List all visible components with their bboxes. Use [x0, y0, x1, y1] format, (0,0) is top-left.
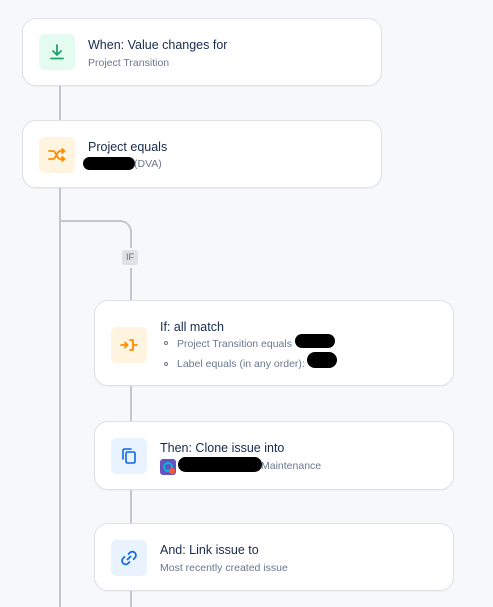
condition-subtitle-suffix: (DVA): [134, 158, 162, 170]
if-condition-card[interactable]: If: all match Project Transition equals …: [94, 300, 454, 386]
then-subtitle-suffix: Maintenance: [261, 460, 322, 472]
connector-branch-curve: [112, 220, 132, 240]
redacted-project-name: [83, 157, 135, 170]
and-title: And: Link issue to: [160, 543, 259, 557]
trigger-icon-box: [39, 34, 75, 70]
redacted-label-value: [307, 352, 337, 368]
then-title: Then: Clone issue into: [160, 441, 285, 455]
download-arrow-icon: [50, 44, 64, 60]
branch-icon: [120, 339, 138, 351]
connector-main-top: [59, 86, 61, 120]
trigger-card[interactable]: When: Value changes for Project Transiti…: [22, 18, 382, 86]
list-bullet: [164, 341, 168, 345]
list-bullet: [164, 362, 168, 366]
copy-icon: [122, 448, 136, 464]
then-icon-box: [111, 438, 147, 474]
if-icon-box: [111, 327, 147, 363]
condition-card[interactable]: Project equals (DVA): [22, 120, 382, 188]
if-item-project-transition: Project Transition equals: [177, 338, 292, 350]
connector-branch-top: [130, 238, 132, 248]
and-link-card[interactable]: And: Link issue to Most recently created…: [94, 523, 454, 591]
condition-icon-box: [39, 137, 75, 173]
and-subtitle: Most recently created issue: [160, 562, 288, 574]
and-icon-box: [111, 540, 147, 576]
shuffle-icon: [48, 148, 66, 162]
connector-main-down: [59, 188, 61, 607]
redacted-project-target: [178, 457, 262, 472]
project-avatar-icon: [160, 459, 176, 475]
if-item-label: Label equals (in any order):: [177, 358, 305, 370]
if-title: If: all match: [160, 320, 224, 334]
trigger-title: When: Value changes for: [88, 38, 228, 52]
connector-branch-mid: [130, 268, 132, 300]
redacted-transition-value: [295, 334, 335, 348]
then-clone-card[interactable]: Then: Clone issue into Maintenance: [94, 421, 454, 490]
if-branch-badge: IF: [122, 250, 138, 265]
trigger-subtitle: Project Transition: [88, 57, 170, 69]
link-icon: [121, 550, 137, 566]
condition-title: Project equals: [88, 140, 168, 154]
